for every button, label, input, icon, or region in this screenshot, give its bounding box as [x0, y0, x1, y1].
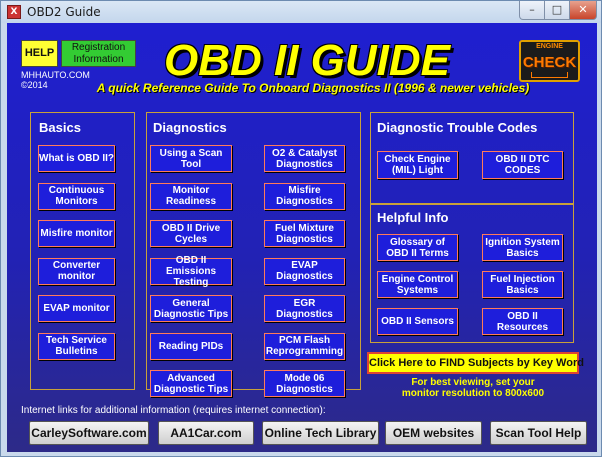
close-button[interactable]: ✕: [569, 1, 597, 20]
diag-using-a-scan-tool-button[interactable]: Using a Scan Tool: [150, 145, 232, 172]
diag-monitor-readiness-button[interactable]: Monitor Readiness: [150, 182, 232, 210]
link-scan-tool-help-button[interactable]: Scan Tool Help: [490, 421, 587, 445]
diag-misfire-diagnostics-button[interactable]: Misfire Diagnostics: [264, 182, 345, 210]
helpful-title: Helpful Info: [377, 210, 449, 225]
maximize-button[interactable]: □: [544, 1, 570, 20]
diagnostics-title: Diagnostics: [153, 120, 227, 135]
diag-o2-catalyst-diagnostics-button[interactable]: O2 & Catalyst Diagnostics: [264, 145, 345, 172]
check-engine-label: CHECK: [522, 54, 577, 71]
helpful-button-label: Ignition System Basics: [485, 236, 560, 259]
link-aa1car-com-button[interactable]: AA1Car.com: [158, 421, 254, 445]
title-bar[interactable]: X OBD2 Guide – □ ✕: [1, 1, 601, 23]
basics-misfire-monitor-button[interactable]: Misfire monitor: [38, 220, 115, 247]
links-caption: Internet links for additional informatio…: [21, 405, 326, 416]
basics-tech-service-bulletins-button[interactable]: Tech Service Bulletins: [38, 332, 115, 360]
copyright-year: ©2014: [21, 80, 48, 90]
dtc-title: Diagnostic Trouble Codes: [377, 120, 538, 135]
diag-advanced-diagnostic-tips-button[interactable]: Advanced Diagnostic Tips: [150, 370, 232, 397]
helpful-glossary-of-obd-ii-terms-button[interactable]: Glossary of OBD II Terms: [377, 234, 458, 261]
diag-obd-ii-emissions-testing-button[interactable]: OBD II Emissions Testing: [150, 254, 232, 288]
diag-button-label: OBD II Drive Cycles: [161, 222, 221, 245]
diag-egr-diagnostics-button[interactable]: EGR Diagnostics: [264, 295, 345, 322]
main-content: HELP Registration Information MHHAUTO.CO…: [7, 23, 597, 452]
basics-converter-monitor-button[interactable]: Converter monitor: [38, 257, 115, 285]
helpful-button-label: OBD II Resources: [496, 310, 549, 333]
help-button[interactable]: HELP: [21, 40, 58, 67]
helpful-obd-ii-sensors-button[interactable]: OBD II Sensors: [377, 308, 458, 335]
basics-button-label: Tech Service Bulletins: [46, 335, 107, 357]
helpful-engine-control-systems-button[interactable]: Engine Control Systems: [377, 271, 458, 298]
diag-general-diagnostic-tips-button[interactable]: General Diagnostic Tips: [150, 295, 232, 322]
diag-reading-pids-button[interactable]: Reading PIDs: [150, 332, 232, 360]
window-title: OBD2 Guide: [27, 5, 101, 19]
helpful-button-label: Engine Control Systems: [381, 273, 454, 296]
diag-fuel-mixture-diagnostics-button[interactable]: Fuel Mixture Diagnostics: [264, 220, 345, 247]
diag-mode-06-diagnostics-button[interactable]: Mode 06 Diagnostics: [264, 370, 345, 397]
diag-button-label: OBD II Emissions Testing: [165, 254, 217, 288]
helpful-fuel-injection-basics-button[interactable]: Fuel Injection Basics: [482, 271, 563, 298]
basics-button-label: Converter monitor: [52, 260, 101, 282]
publisher-label: MHHAUTO.COM: [21, 70, 90, 80]
link-carleysoftware-com-button[interactable]: CarleySoftware.com: [29, 421, 149, 445]
basics-button-label: What is OBD II?: [39, 153, 114, 164]
diag-pcm-flash-reprogramming-button[interactable]: PCM Flash Reprogramming: [264, 332, 345, 360]
resolution-note-line2: monitor resolution to 800x600: [401, 388, 545, 399]
basics-what-is-obd-ii-button[interactable]: What is OBD II?: [38, 145, 115, 172]
helpful-obd-ii-resources-button[interactable]: OBD II Resources: [482, 308, 563, 335]
diag-button-label: General Diagnostic Tips: [153, 297, 229, 320]
resolution-note-line1: For best viewing, set your: [411, 377, 535, 388]
link-oem-websites-button[interactable]: OEM websites: [385, 421, 482, 445]
dtc-button-label: Check Engine (MIL) Light: [384, 154, 451, 176]
basics-button-label: Misfire monitor: [40, 228, 113, 239]
basics-title: Basics: [39, 120, 81, 135]
dtc-button-label: OBD II DTC CODES: [495, 154, 550, 176]
subtitle: A quick Reference Guide To Onboard Diagn…: [96, 81, 530, 95]
diag-button-label: EVAP Diagnostics: [276, 260, 333, 282]
diag-button-label: Advanced Diagnostic Tips: [153, 372, 229, 395]
diag-obd-ii-drive-cycles-button[interactable]: OBD II Drive Cycles: [150, 220, 232, 247]
diag-button-label: Mode 06 Diagnostics: [276, 372, 333, 395]
diag-button-label: EGR Diagnostics: [276, 297, 333, 320]
basics-continuous-monitors-button[interactable]: Continuous Monitors: [38, 182, 115, 210]
diag-button-label: Fuel Mixture Diagnostics: [275, 222, 334, 245]
helpful-button-label: Glossary of OBD II Terms: [386, 236, 449, 259]
find-by-keyword-button[interactable]: Click Here to FIND Subjects by Key Word: [367, 352, 584, 374]
diag-button-label: O2 & Catalyst Diagnostics: [271, 147, 338, 170]
check-engine-icon: ENGINE CHECK: [519, 40, 580, 82]
link-online-tech-library-button[interactable]: Online Tech Library: [262, 421, 379, 445]
app-window: X OBD2 Guide – □ ✕ HELP Registration Inf…: [0, 0, 602, 457]
basics-evap-monitor-button[interactable]: EVAP monitor: [38, 295, 115, 322]
main-title: OBD II GUIDE: [163, 36, 451, 85]
diag-button-label: Monitor Readiness: [165, 185, 217, 207]
app-icon: X: [7, 5, 21, 19]
registration-button[interactable]: Registration Information: [61, 40, 136, 67]
dtc-check-engine-mil-light-button[interactable]: Check Engine (MIL) Light: [377, 151, 458, 179]
basics-button-label: EVAP monitor: [43, 303, 110, 314]
helpful-ignition-system-basics-button[interactable]: Ignition System Basics: [482, 234, 563, 261]
helpful-button-label: OBD II Sensors: [381, 316, 454, 327]
diag-button-label: Reading PIDs: [158, 340, 224, 352]
check-engine-top-label: ENGINE: [536, 43, 563, 50]
diag-button-label: PCM Flash Reprogramming: [265, 335, 344, 357]
basics-button-label: Continuous Monitors: [48, 185, 105, 207]
dtc-obd-ii-dtc-codes-button[interactable]: OBD II DTC CODES: [482, 151, 563, 179]
helpful-button-label: Fuel Injection Basics: [490, 273, 555, 296]
minimize-button[interactable]: –: [519, 1, 545, 20]
diag-button-label: Using a Scan Tool: [159, 147, 223, 170]
diag-button-label: Misfire Diagnostics: [276, 185, 333, 207]
engine-outline: [531, 72, 568, 78]
diag-evap-diagnostics-button[interactable]: EVAP Diagnostics: [264, 257, 345, 285]
